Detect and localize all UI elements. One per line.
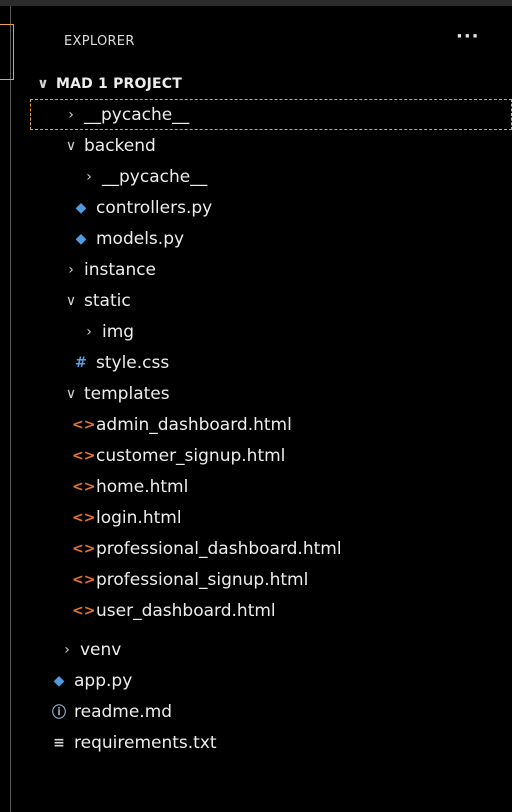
text-file-icon: ≡ xyxy=(53,734,65,751)
chevron-down-icon[interactable]: ∨ xyxy=(62,138,80,154)
title-bar-strip xyxy=(0,0,512,6)
project-root-folder[interactable]: ∨ MAD 1 PROJECT xyxy=(34,68,512,99)
tree-item-static[interactable]: ∨ static xyxy=(30,285,512,316)
tree-item-label: static xyxy=(84,290,131,311)
chevron-right-icon[interactable]: › xyxy=(80,324,98,340)
tree-item-label: readme.md xyxy=(74,701,173,722)
tree-item-label: controllers.py xyxy=(96,197,213,218)
tree-item-label: login.html xyxy=(96,507,182,528)
tree-item-app-py[interactable]: ◆ app.py xyxy=(30,665,512,696)
chevron-right-icon[interactable]: › xyxy=(58,642,76,658)
html-icon: <> xyxy=(72,447,96,464)
python-icon: ◆ xyxy=(53,672,65,689)
tree-item-label: user_dashboard.html xyxy=(96,600,276,621)
tree-item-home-html[interactable]: <> home.html xyxy=(30,471,512,502)
tree-item-label: admin_dashboard.html xyxy=(96,414,292,435)
tree-item-label: customer_signup.html xyxy=(96,445,286,466)
activity-bar-active-item[interactable] xyxy=(0,24,14,80)
tree-item-label: instance xyxy=(84,259,157,280)
html-icon: <> xyxy=(72,416,96,433)
html-icon: <> xyxy=(72,509,96,526)
tree-item-customer-signup-html[interactable]: <> customer_signup.html xyxy=(30,440,512,471)
explorer-title: EXPLORER xyxy=(64,34,135,49)
html-icon: <> xyxy=(72,571,96,588)
chevron-right-icon[interactable]: › xyxy=(62,107,80,123)
chevron-down-icon[interactable]: ∨ xyxy=(34,76,52,92)
tree-item-instance[interactable]: › instance xyxy=(30,254,512,285)
python-icon: ◆ xyxy=(75,199,87,216)
python-icon: ◆ xyxy=(75,230,87,247)
explorer-window: EXPLORER ··· ∨ MAD 1 PROJECT › __pycache… xyxy=(0,0,512,812)
tree-item-label: app.py xyxy=(74,670,133,691)
chevron-right-icon[interactable]: › xyxy=(80,169,98,185)
tree-item-pycache-root[interactable]: › __pycache__ xyxy=(30,99,512,130)
tree-item-label: home.html xyxy=(96,476,189,497)
tree-item-admin-dashboard-html[interactable]: <> admin_dashboard.html xyxy=(30,409,512,440)
tree-item-controllers-py[interactable]: ◆ controllers.py xyxy=(30,192,512,223)
tree-item-label: models.py xyxy=(96,228,185,249)
more-actions-icon[interactable]: ··· xyxy=(456,26,480,47)
chevron-down-icon[interactable]: ∨ xyxy=(62,386,80,402)
tree-item-backend-pycache[interactable]: › __pycache__ xyxy=(30,161,512,192)
info-icon: ⓘ xyxy=(52,704,66,721)
tree-item-backend[interactable]: ∨ backend xyxy=(30,130,512,161)
tree-item-professional-dashboard-html[interactable]: <> professional_dashboard.html xyxy=(30,533,512,564)
tree-item-label: __pycache__ xyxy=(84,104,190,125)
tree-item-label: __pycache__ xyxy=(102,166,208,187)
tree-item-venv[interactable]: › venv xyxy=(30,634,512,665)
tree-item-label: professional_signup.html xyxy=(96,569,309,590)
tree-item-label: professional_dashboard.html xyxy=(96,538,342,559)
tree-item-label: img xyxy=(102,321,135,342)
tree-item-label: requirements.txt xyxy=(74,732,217,753)
tree-item-label: backend xyxy=(84,135,156,156)
tree-item-readme-md[interactable]: ⓘ readme.md xyxy=(30,696,512,727)
html-icon: <> xyxy=(72,602,96,619)
tree-item-login-html[interactable]: <> login.html xyxy=(30,502,512,533)
chevron-down-icon[interactable]: ∨ xyxy=(62,293,80,309)
tree-item-templates[interactable]: ∨ templates xyxy=(30,378,512,409)
activity-bar xyxy=(0,6,11,812)
project-root-label: MAD 1 PROJECT xyxy=(56,75,183,92)
tree-item-models-py[interactable]: ◆ models.py xyxy=(30,223,512,254)
tree-item-label: style.css xyxy=(96,352,170,373)
tree-item-requirements-txt[interactable]: ≡ requirements.txt xyxy=(30,727,512,758)
tree-item-professional-signup-html[interactable]: <> professional_signup.html xyxy=(30,564,512,595)
chevron-right-icon[interactable]: › xyxy=(62,262,80,278)
tree-item-style-css[interactable]: # style.css xyxy=(30,347,512,378)
tree-item-label: templates xyxy=(84,383,170,404)
tree-item-user-dashboard-html[interactable]: <> user_dashboard.html xyxy=(30,595,512,626)
tree-item-label: venv xyxy=(80,639,122,660)
html-icon: <> xyxy=(72,540,96,557)
css-hash-icon: # xyxy=(75,354,87,371)
tree-item-img[interactable]: › img xyxy=(30,316,512,347)
html-icon: <> xyxy=(72,478,96,495)
